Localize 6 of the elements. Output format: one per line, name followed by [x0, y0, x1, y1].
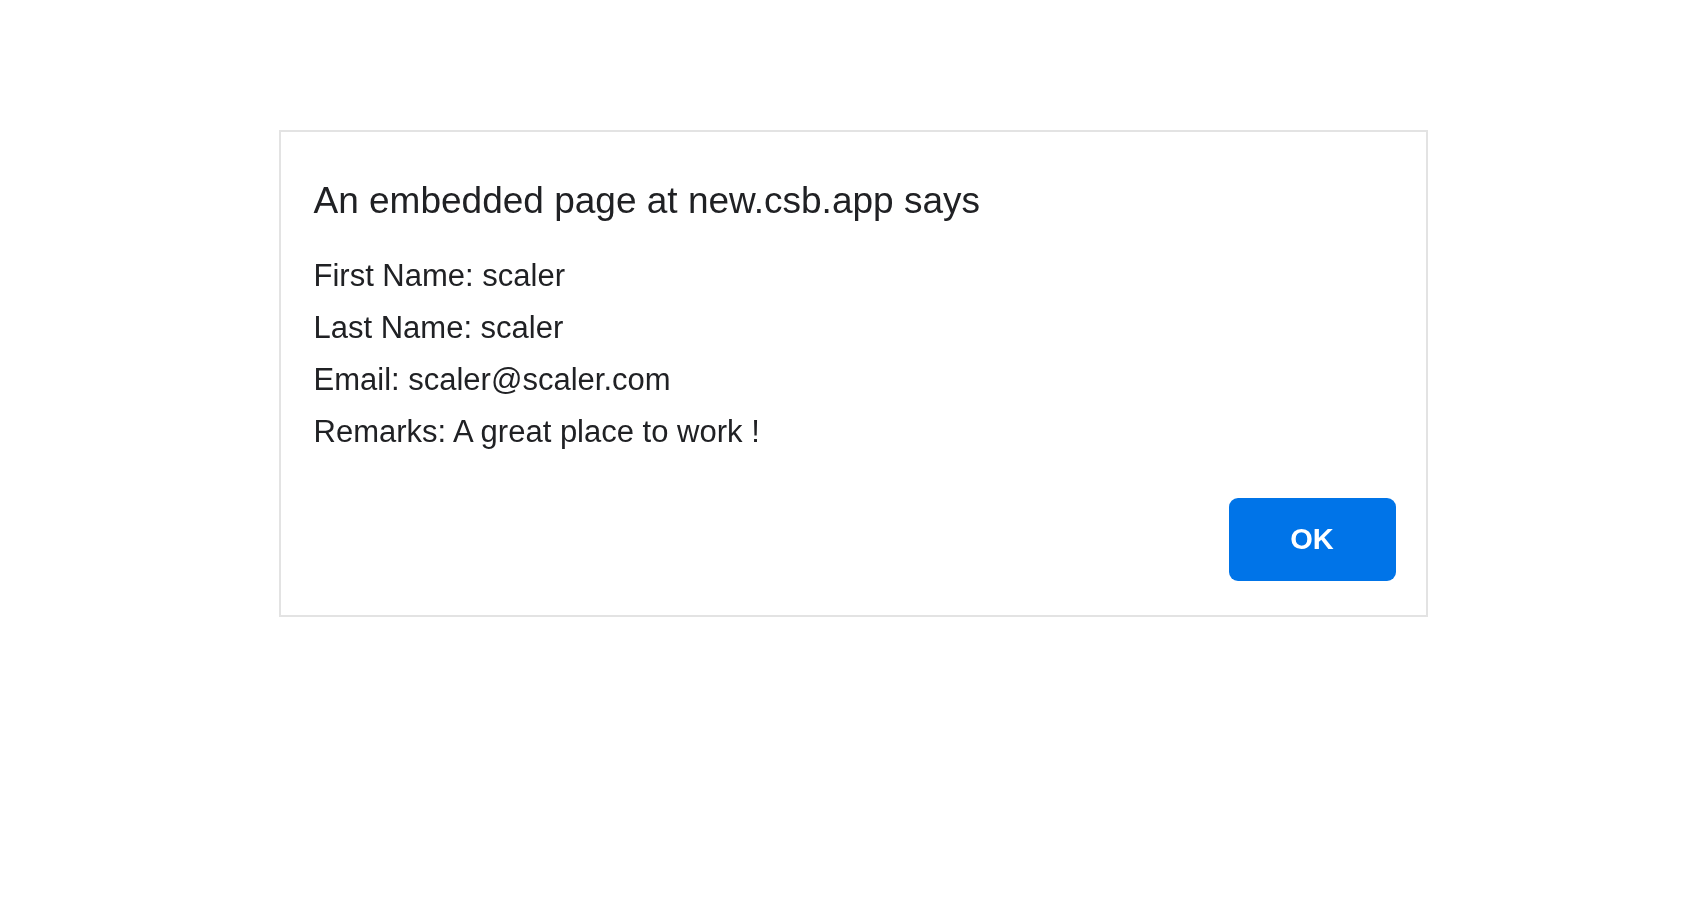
message-line: Email: scaler@scaler.com — [313, 361, 672, 399]
message-line: Last Name: scaler — [313, 309, 565, 347]
message-line: Remarks: A great place to work ! — [313, 413, 761, 451]
dialog-title: An embedded page at new.csb.app says — [313, 181, 981, 221]
message-line: First Name: scaler — [313, 257, 566, 295]
ok-button[interactable]: OK — [1228, 498, 1396, 581]
